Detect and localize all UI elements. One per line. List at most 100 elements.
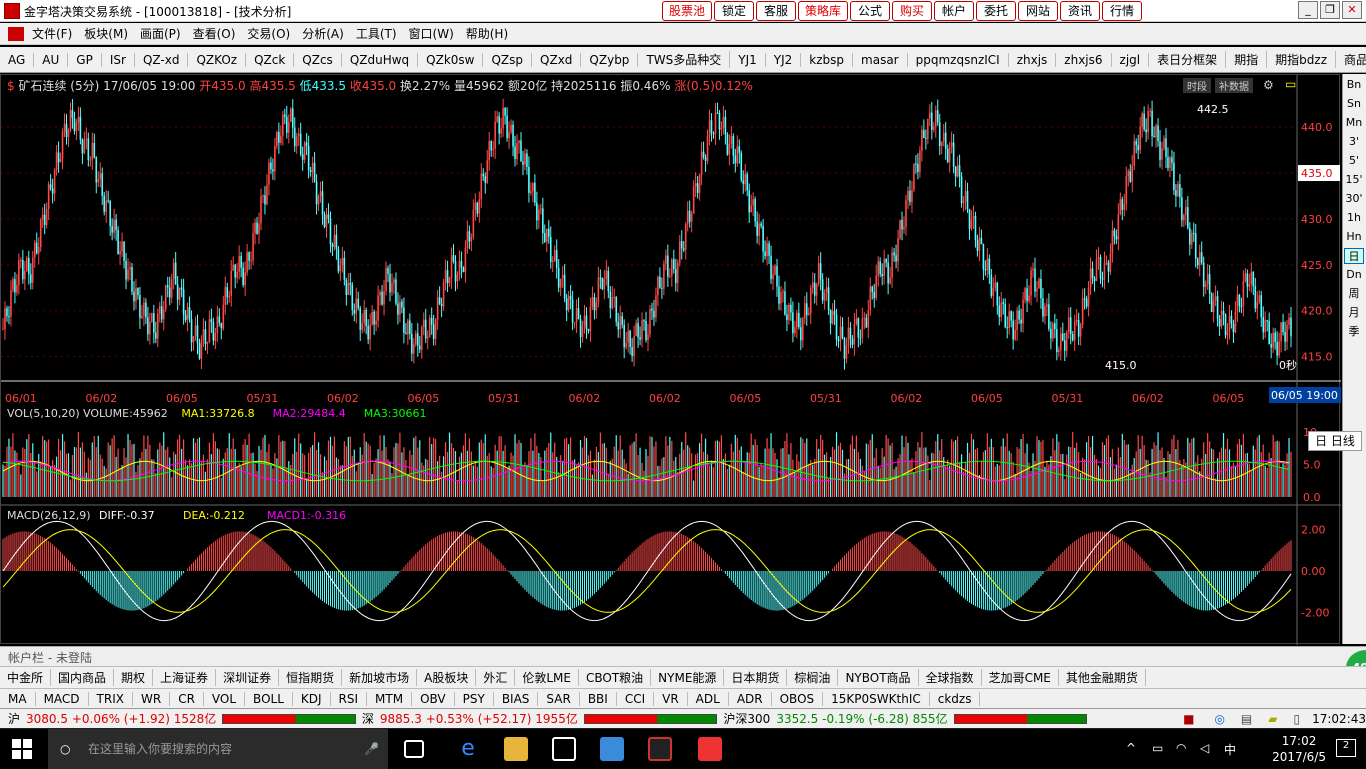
indicator-tab[interactable]: VOL — [204, 691, 246, 706]
indicator-tab[interactable]: KDJ — [293, 691, 331, 706]
indicator-tab[interactable]: CCI — [617, 691, 655, 706]
category-tab[interactable]: 芝加哥CME — [982, 669, 1059, 686]
menu-board[interactable]: 板块(M) — [84, 25, 128, 42]
period-button[interactable]: 15' — [1344, 172, 1364, 188]
category-tab[interactable]: 上海证券 — [153, 669, 217, 686]
category-tab[interactable]: 恒指期货 — [279, 669, 343, 686]
symbol-tab[interactable]: masar — [853, 52, 908, 67]
category-tab[interactable]: 其他金融期货 — [1059, 669, 1146, 686]
menu-window[interactable]: 窗口(W) — [409, 25, 454, 42]
category-tab[interactable]: 国内商品 — [51, 669, 115, 686]
indicator-tab[interactable]: ADL — [688, 691, 729, 706]
wifi-icon[interactable]: ◠ — [1176, 741, 1186, 755]
period-button[interactable]: Sn — [1344, 96, 1364, 112]
indicator-tab[interactable]: 15KP0SWKthIC — [823, 691, 930, 706]
category-tab[interactable]: 期权 — [114, 669, 154, 686]
menu-trade[interactable]: 交易(O) — [247, 25, 290, 42]
media-player-icon[interactable] — [600, 737, 624, 761]
btn-news[interactable]: 资讯 — [1060, 1, 1101, 21]
symbol-tab[interactable]: QZcs — [294, 52, 342, 67]
symbol-tab[interactable]: QZduHwq — [342, 52, 419, 67]
indicator-tab[interactable]: RSI — [331, 691, 368, 706]
period-button[interactable]: 30' — [1344, 191, 1364, 207]
indicator-tab[interactable]: OBOS — [772, 691, 824, 706]
btn-account[interactable]: 帐户 — [934, 1, 975, 21]
symbol-tab[interactable]: AG — [0, 52, 35, 67]
symbol-tab[interactable]: 期指 — [1226, 51, 1268, 68]
symbol-tab[interactable]: YJ1 — [730, 52, 766, 67]
indicator-tab[interactable]: MTM — [367, 691, 413, 706]
chart-svg[interactable]: 440.0 435.0 430.0 425.0 420.0 415.0 06/01 06/02… — [1, 75, 1341, 645]
menu-view[interactable]: 查看(O) — [193, 25, 236, 42]
volume-icon[interactable]: ◁ — [1200, 741, 1209, 755]
network-icon[interactable]: ▭ — [1152, 741, 1163, 755]
store-icon[interactable] — [552, 737, 576, 761]
symbol-tab[interactable]: 表日分框架 — [1149, 51, 1227, 68]
indicator-tab[interactable]: WR — [133, 691, 171, 706]
period-button[interactable]: Mn — [1344, 115, 1364, 131]
category-tab[interactable]: 伦敦LME — [515, 669, 579, 686]
category-tab[interactable]: 中金所 — [0, 669, 52, 686]
period-button[interactable]: 周 — [1344, 286, 1364, 302]
btn-order[interactable]: 委托 — [976, 1, 1017, 21]
btn-formula[interactable]: 公式 — [850, 1, 891, 21]
ime-indicator[interactable]: 中 — [1224, 741, 1236, 758]
period-button[interactable]: 5' — [1344, 153, 1364, 169]
category-tab[interactable]: 外汇 — [476, 669, 516, 686]
symbol-tab[interactable]: ISr — [102, 52, 135, 67]
period-button[interactable]: 日 — [1344, 248, 1364, 264]
indicator-tab[interactable]: SAR — [538, 691, 580, 706]
trading-app-icon[interactable] — [648, 737, 672, 761]
symbol-tab[interactable]: zhxjs — [1009, 52, 1057, 67]
indicator-tab[interactable]: BIAS — [494, 691, 539, 706]
btn-stock-pool[interactable]: 股票池 — [662, 1, 713, 21]
chart-area[interactable]: $ 矿石连续 (5分) 17/06/05 19:00 开435.0 高435.5… — [0, 74, 1341, 645]
indicator-tab[interactable]: TRIX — [89, 691, 133, 706]
taskbar-clock[interactable]: 17:02 2017/6/5 — [1272, 733, 1326, 765]
close-icon[interactable]: ✕ — [1342, 1, 1362, 19]
symbol-tab[interactable]: 期指bdzz — [1267, 51, 1336, 68]
indicator-tab[interactable]: OBV — [412, 691, 455, 706]
symbol-tab[interactable]: GP — [68, 52, 102, 67]
task-view-icon[interactable] — [404, 740, 424, 758]
btn-strategy[interactable]: 策略库 — [798, 1, 849, 21]
period-button[interactable]: Bn — [1344, 77, 1364, 93]
indicator-tab[interactable]: MACD — [36, 691, 89, 706]
indicator-tab[interactable]: PSY — [455, 691, 494, 706]
symbol-tab[interactable]: kzbsp — [801, 52, 854, 67]
period-button[interactable]: 3' — [1344, 134, 1364, 150]
edge-icon[interactable]: e — [456, 737, 480, 761]
period-button[interactable]: 1h — [1344, 210, 1364, 226]
period-button[interactable]: 月 — [1344, 305, 1364, 321]
menu-tools[interactable]: 工具(T) — [356, 25, 397, 42]
symbol-tab[interactable]: zhxjs6 — [1056, 52, 1112, 67]
indicator-tab[interactable]: MA — [0, 691, 36, 706]
ticket-status-icon[interactable]: ▰ — [1268, 712, 1277, 726]
minimize-icon[interactable]: _ — [1298, 1, 1318, 19]
symbol-tab[interactable]: QZybp — [581, 52, 639, 67]
indicator-tab[interactable]: CR — [170, 691, 204, 706]
calendar-icon[interactable]: ▤ — [1241, 712, 1252, 726]
period-button[interactable]: 季 — [1344, 324, 1364, 340]
period-button[interactable]: Hn — [1344, 229, 1364, 245]
pyramid-app-icon[interactable] — [698, 737, 722, 761]
period-popup[interactable]: 日 日线 — [1308, 431, 1362, 451]
symbol-tab[interactable]: QZKOz — [188, 52, 247, 67]
category-tab[interactable]: A股板块 — [417, 669, 477, 686]
category-tab[interactable]: 棕榈油 — [787, 669, 839, 686]
period-button[interactable]: Dn — [1344, 267, 1364, 283]
tray-chevron-icon[interactable]: ^ — [1126, 741, 1136, 755]
menu-help[interactable]: 帮助(H) — [466, 25, 508, 42]
category-tab[interactable]: 深圳证券 — [216, 669, 280, 686]
symbol-tab[interactable]: 商品 — [1336, 51, 1366, 68]
taskbar-search[interactable]: ○ 在这里输入你要搜索的内容 🎤 — [48, 729, 388, 769]
indicator-tab[interactable]: VR — [654, 691, 688, 706]
microphone-icon[interactable]: 🎤 — [364, 729, 379, 769]
restore-icon[interactable]: ❐ — [1320, 1, 1340, 19]
symbol-tab[interactable]: QZk0sw — [418, 52, 484, 67]
indicator-tab[interactable]: BOLL — [245, 691, 293, 706]
symbol-tab[interactable]: zjgl — [1112, 52, 1150, 67]
bag-icon[interactable]: ■ — [1183, 712, 1194, 726]
symbol-tab[interactable]: AU — [34, 52, 69, 67]
menu-screen[interactable]: 画面(P) — [140, 25, 181, 42]
